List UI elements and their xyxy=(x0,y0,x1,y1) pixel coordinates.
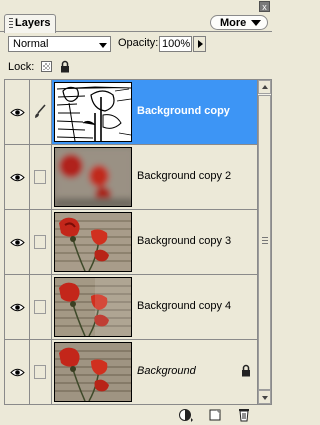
layer-thumbnail xyxy=(54,277,132,337)
grip-icon xyxy=(262,237,268,244)
layer-name[interactable]: Background copy xyxy=(137,105,230,117)
visibility-toggle[interactable] xyxy=(5,275,30,339)
link-toggle[interactable] xyxy=(30,145,52,209)
palette-footer xyxy=(0,405,272,425)
palette-title-bar[interactable]: x xyxy=(0,0,272,14)
link-toggle[interactable] xyxy=(30,340,52,404)
eye-icon xyxy=(10,368,25,377)
poppies-image xyxy=(55,278,131,336)
layer-thumbnail xyxy=(54,147,132,207)
scroll-thumb[interactable] xyxy=(258,95,271,390)
layer-name[interactable]: Background copy 4 xyxy=(137,300,231,312)
adjustment-layer-icon[interactable] xyxy=(178,408,194,422)
eye-icon xyxy=(10,238,25,247)
layer-thumbnail xyxy=(54,82,132,142)
close-icon: x xyxy=(262,2,267,12)
link-box-icon xyxy=(34,170,46,184)
scroll-down-button[interactable] xyxy=(258,390,271,404)
close-palette-button[interactable]: x xyxy=(259,1,270,12)
link-toggle[interactable] xyxy=(30,210,52,274)
new-layer-icon[interactable] xyxy=(207,408,223,422)
opacity-slider-button[interactable] xyxy=(193,36,206,52)
link-toggle[interactable] xyxy=(30,275,52,339)
trash-icon[interactable] xyxy=(236,408,252,422)
eye-icon xyxy=(10,173,25,182)
layers-list: Background copy Background copy 2 Backgr… xyxy=(4,79,258,405)
layers-scrollbar[interactable] xyxy=(258,79,272,405)
visibility-toggle[interactable] xyxy=(5,340,30,404)
link-box-icon xyxy=(34,235,46,249)
triangle-right-icon xyxy=(198,40,203,48)
tab-layers[interactable]: Layers xyxy=(4,14,56,33)
checker-lock-icon xyxy=(43,63,50,70)
sketch-thumbnail-image xyxy=(55,83,131,141)
arrow-down-icon xyxy=(262,396,268,400)
chevron-down-icon xyxy=(99,43,107,48)
opacity-input[interactable]: 100% xyxy=(159,36,192,52)
link-toggle[interactable] xyxy=(30,80,52,144)
blend-mode-select[interactable]: Normal xyxy=(8,36,111,52)
blend-mode-value: Normal xyxy=(13,38,49,50)
padlock-icon xyxy=(242,364,250,377)
layer-name[interactable]: Background copy 3 xyxy=(137,235,231,247)
layer-name[interactable]: Background copy 2 xyxy=(137,170,231,182)
grip-icon[interactable] xyxy=(9,18,13,29)
eye-icon xyxy=(10,108,25,117)
lock-label: Lock: xyxy=(8,61,35,73)
layer-row[interactable]: Background copy 2 xyxy=(5,145,257,210)
visibility-toggle[interactable] xyxy=(5,145,30,209)
layer-row[interactable]: Background copy 3 xyxy=(5,210,257,275)
layer-thumbnail xyxy=(54,342,132,402)
layers-palette: x Layers More Normal Opacity: 100% Lock: xyxy=(0,0,272,425)
eye-icon xyxy=(10,303,25,312)
padlock-icon[interactable] xyxy=(60,60,70,73)
more-menu-button[interactable]: More xyxy=(210,15,268,30)
link-box-icon xyxy=(34,300,46,314)
blurred-poppies-image xyxy=(55,148,131,206)
tab-layers-label: Layers xyxy=(15,17,51,29)
tab-strip: Layers More xyxy=(0,14,272,33)
layer-row[interactable]: Background xyxy=(5,340,257,404)
layer-row[interactable]: Background copy xyxy=(5,80,257,145)
arrow-up-icon xyxy=(262,85,268,89)
layer-row[interactable]: Background copy 4 xyxy=(5,275,257,340)
brush-icon xyxy=(35,104,46,118)
lock-transparent-pixels-button[interactable] xyxy=(41,61,52,72)
scroll-up-button[interactable] xyxy=(258,80,271,94)
visibility-toggle[interactable] xyxy=(5,210,30,274)
poppies-image xyxy=(55,213,131,271)
layer-thumbnail xyxy=(54,212,132,272)
opacity-label: Opacity: xyxy=(118,37,159,49)
visibility-toggle[interactable] xyxy=(5,80,30,144)
poppies-image xyxy=(55,343,131,401)
layer-name[interactable]: Background xyxy=(137,365,196,377)
more-menu-label: More xyxy=(220,17,247,29)
triangle-down-icon xyxy=(251,20,261,26)
link-box-icon xyxy=(34,365,46,379)
